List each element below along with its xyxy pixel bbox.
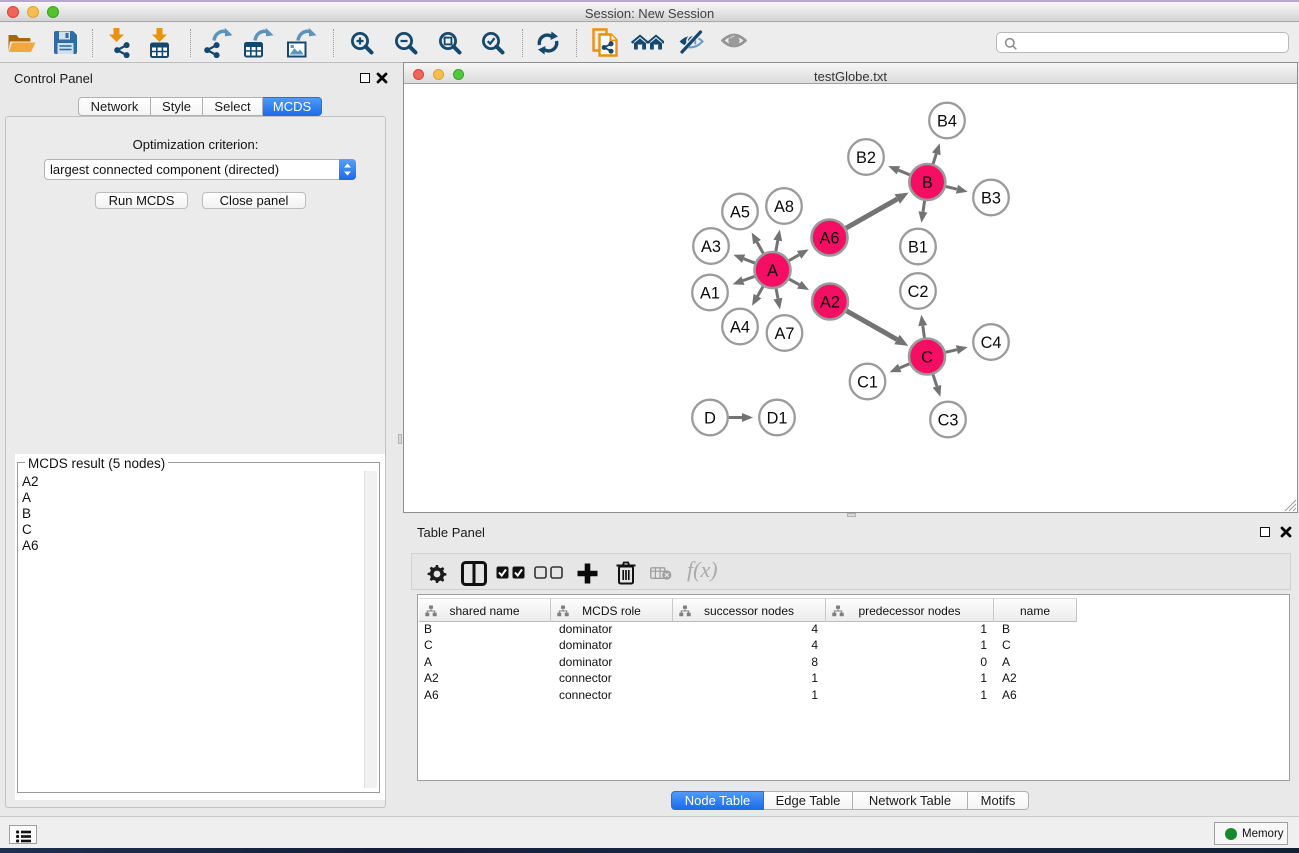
- svg-text:A8: A8: [774, 198, 794, 216]
- svg-text:B2: B2: [856, 149, 876, 167]
- svg-text:A5: A5: [730, 204, 750, 222]
- svg-text:A1: A1: [700, 285, 720, 303]
- svg-text:D1: D1: [767, 410, 788, 428]
- svg-text:C1: C1: [857, 374, 878, 392]
- svg-text:C4: C4: [981, 334, 1002, 352]
- svg-text:C2: C2: [908, 283, 929, 301]
- svg-text:C3: C3: [938, 412, 959, 430]
- svg-text:C: C: [921, 349, 933, 367]
- svg-text:A: A: [767, 262, 778, 280]
- svg-text:A4: A4: [730, 319, 750, 337]
- svg-text:A7: A7: [775, 325, 795, 343]
- svg-text:B3: B3: [981, 190, 1001, 208]
- svg-text:B4: B4: [937, 113, 957, 131]
- svg-text:A2: A2: [820, 294, 840, 312]
- svg-text:A3: A3: [701, 238, 721, 256]
- svg-text:B: B: [922, 174, 933, 192]
- svg-text:D: D: [704, 410, 716, 428]
- svg-text:A6: A6: [820, 230, 840, 248]
- svg-text:B1: B1: [908, 239, 928, 257]
